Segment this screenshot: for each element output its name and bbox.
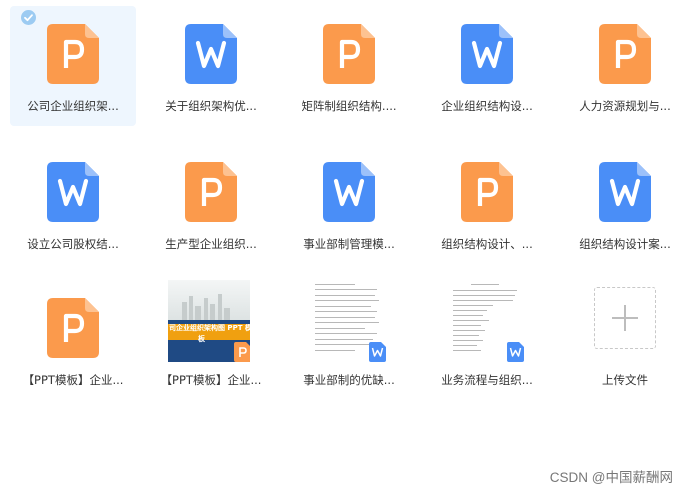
- upload-dropzone[interactable]: [594, 287, 656, 349]
- file-tile[interactable]: 关于组织架构优...: [148, 6, 274, 126]
- file-name: 生产型企业组织...: [165, 237, 257, 251]
- file-tile[interactable]: 业务流程与组织...: [424, 280, 550, 400]
- ppt-file-icon: [185, 162, 237, 222]
- word-badge-icon: [507, 342, 524, 362]
- word-file-icon: [185, 24, 237, 84]
- file-name: 事业部制管理模...: [303, 237, 395, 251]
- upload-file-button[interactable]: 上传文件: [562, 280, 687, 400]
- file-name: 组织结构设计案...: [579, 237, 671, 251]
- file-tile[interactable]: 组织结构设计案...: [562, 144, 687, 264]
- file-tile[interactable]: 公司企业组织架...: [10, 6, 136, 126]
- file-name: 公司企业组织架...: [27, 99, 119, 113]
- word-file-icon: [47, 162, 99, 222]
- file-tile[interactable]: 事业部制管理模...: [286, 144, 412, 264]
- thumbnail-skyline: [168, 280, 250, 320]
- file-name: 业务流程与组织...: [441, 373, 533, 387]
- upload-label: 上传文件: [602, 373, 648, 387]
- ppt-file-icon: [599, 24, 651, 84]
- thumbnail-title: 司企业组织架构图 PPT 模: [168, 324, 250, 340]
- file-name: 设立公司股权结...: [27, 237, 119, 251]
- file-tile[interactable]: 司企业组织架构图 PPT 模 板 【PPT模板】企业...: [148, 280, 274, 400]
- word-file-icon: [599, 162, 651, 222]
- file-name: 事业部制的优缺...: [303, 373, 395, 387]
- file-name: 人力资源规划与...: [579, 99, 671, 113]
- doc-thumbnail: [309, 280, 387, 364]
- file-tile[interactable]: 事业部制的优缺...: [286, 280, 412, 400]
- ppt-file-icon: [323, 24, 375, 84]
- file-tile[interactable]: 组织结构设计、...: [424, 144, 550, 264]
- file-name: 【PPT模板】企业...: [22, 373, 124, 387]
- watermark: CSDN @中国薪酬网: [549, 470, 673, 485]
- file-tile[interactable]: 设立公司股权结...: [10, 144, 136, 264]
- file-name: 【PPT模板】企业...: [160, 373, 262, 387]
- file-tile[interactable]: 企业组织结构设...: [424, 6, 550, 126]
- check-icon[interactable]: [21, 10, 36, 25]
- file-name: 组织结构设计、...: [441, 237, 533, 251]
- file-name: 矩阵制组织结构....: [301, 99, 397, 113]
- ppt-thumbnail: 司企业组织架构图 PPT 模 板: [168, 280, 250, 362]
- file-tile[interactable]: 矩阵制组织结构....: [286, 6, 412, 126]
- doc-thumbnail: [447, 280, 525, 364]
- ppt-file-icon: [461, 162, 513, 222]
- ppt-file-icon: [47, 24, 99, 84]
- word-file-icon: [323, 162, 375, 222]
- thumbnail-subtitle: 板: [198, 335, 205, 343]
- file-tile[interactable]: 【PPT模板】企业...: [10, 280, 136, 400]
- ppt-file-icon: [47, 298, 99, 358]
- file-tile[interactable]: 人力资源规划与...: [562, 6, 687, 126]
- file-name: 企业组织结构设...: [441, 99, 533, 113]
- word-file-icon: [461, 24, 513, 84]
- word-badge-icon: [369, 342, 386, 362]
- file-tile[interactable]: 生产型企业组织...: [148, 144, 274, 264]
- file-name: 关于组织架构优...: [165, 99, 257, 113]
- ppt-badge-icon: [234, 342, 250, 362]
